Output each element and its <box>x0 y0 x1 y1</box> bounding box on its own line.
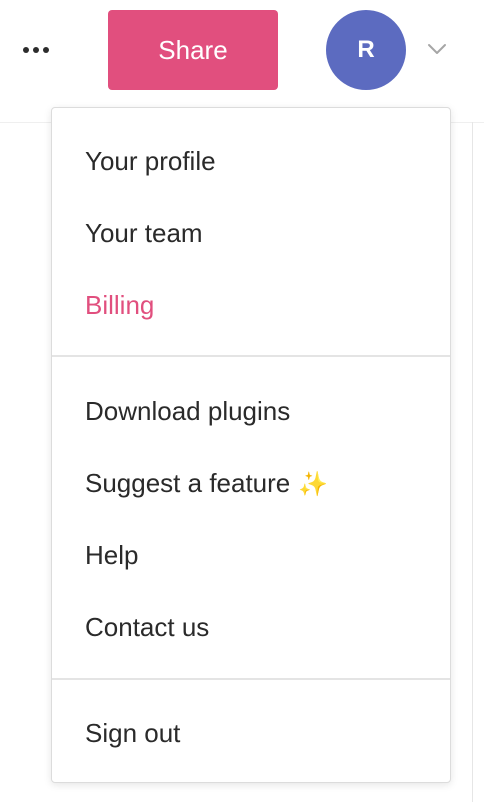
user-avatar[interactable]: R <box>326 10 406 90</box>
menu-item-download-plugins[interactable]: Download plugins <box>85 383 440 439</box>
account-dropdown-menu: Your profile Your team Billing Download … <box>51 107 451 783</box>
more-icon-dot <box>23 47 29 53</box>
menu-divider <box>52 355 450 357</box>
menu-item-help[interactable]: Help <box>85 527 440 583</box>
more-options-button[interactable] <box>14 36 58 64</box>
share-button[interactable]: Share <box>108 10 278 90</box>
page: Share R Your profile Your team Billing D… <box>0 0 484 802</box>
menu-item-suggest-feature[interactable]: Suggest a feature ✨ <box>85 455 440 511</box>
menu-item-your-profile[interactable]: Your profile <box>85 133 440 189</box>
sparkles-icon: ✨ <box>298 471 329 499</box>
menu-divider <box>52 678 450 680</box>
menu-item-contact-us[interactable]: Contact us <box>85 599 440 655</box>
top-toolbar: Share R <box>0 0 484 123</box>
more-icon-dot <box>33 47 39 53</box>
chevron-down-icon[interactable] <box>426 40 448 58</box>
menu-item-your-team[interactable]: Your team <box>85 205 440 261</box>
content-border <box>472 122 473 802</box>
menu-item-sign-out[interactable]: Sign out <box>85 705 440 761</box>
menu-item-billing[interactable]: Billing <box>85 277 440 333</box>
more-icon-dot <box>43 47 49 53</box>
menu-item-label: Suggest a feature <box>85 468 291 498</box>
